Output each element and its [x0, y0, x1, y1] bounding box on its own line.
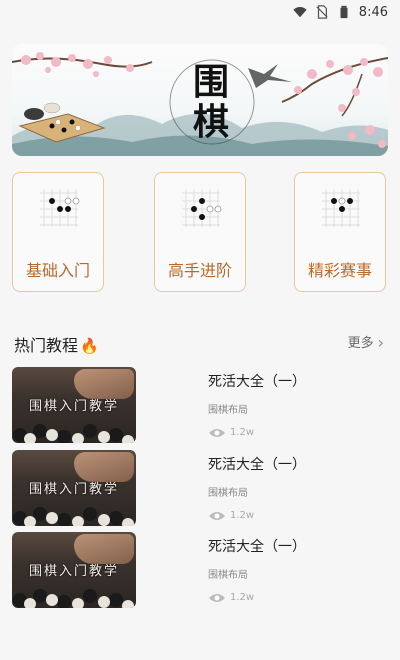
category-cards: 基础入门 高手进阶 精彩赛事: [12, 172, 388, 294]
list-item[interactable]: 围棋入门教学 死活大全（一） 围棋布局 1.2w: [12, 532, 388, 608]
eye-icon: [209, 429, 225, 437]
fire-icon: 🔥: [80, 337, 99, 355]
lesson-thumbnail: 围棋入门教学: [12, 367, 136, 443]
section-title: 热门教程 🔥: [14, 336, 99, 355]
lesson-subtitle: 围棋布局: [208, 488, 248, 499]
lesson-views: 1.2w: [230, 427, 255, 438]
eye-icon: [209, 594, 225, 602]
status-time: 8:46: [358, 4, 388, 20]
go-board-icon: [182, 189, 222, 227]
status-bar: 8:46: [0, 0, 400, 24]
banner-title: 围 棋: [192, 61, 231, 143]
go-stones-image: [13, 589, 134, 608]
lesson-subtitle: 围棋布局: [208, 405, 248, 416]
go-board-icon: [40, 189, 80, 227]
go-stones-image: [13, 424, 134, 443]
lesson-title: 死活大全（一）: [208, 374, 306, 390]
list-item[interactable]: 围棋入门教学 死活大全（一） 围棋布局 1.2w: [12, 367, 388, 443]
lesson-thumbnail: 围棋入门教学: [12, 532, 136, 608]
chevron-right-icon: ›: [377, 333, 384, 352]
lesson-title: 死活大全（一）: [208, 457, 306, 473]
battery-icon: [340, 5, 348, 19]
hero-banner[interactable]: 围 棋: [12, 44, 388, 156]
lesson-thumbnail: 围棋入门教学: [12, 450, 136, 526]
eye-icon: [209, 512, 225, 520]
category-events[interactable]: 精彩赛事: [294, 172, 386, 292]
lesson-title: 死活大全（一）: [208, 539, 306, 555]
more-link[interactable]: 更多 ›: [348, 332, 384, 352]
category-advanced[interactable]: 高手进阶: [154, 172, 246, 292]
no-sim-icon: [316, 5, 328, 19]
category-basic[interactable]: 基础入门: [12, 172, 104, 292]
go-stones-image: [13, 507, 134, 526]
lesson-subtitle: 围棋布局: [208, 570, 248, 581]
list-item[interactable]: 围棋入门教学 死活大全（一） 围棋布局 1.2w: [12, 450, 388, 526]
lesson-views: 1.2w: [230, 510, 255, 521]
lesson-views: 1.2w: [230, 592, 255, 603]
wifi-icon: [293, 7, 307, 18]
go-board-icon: [322, 189, 360, 227]
